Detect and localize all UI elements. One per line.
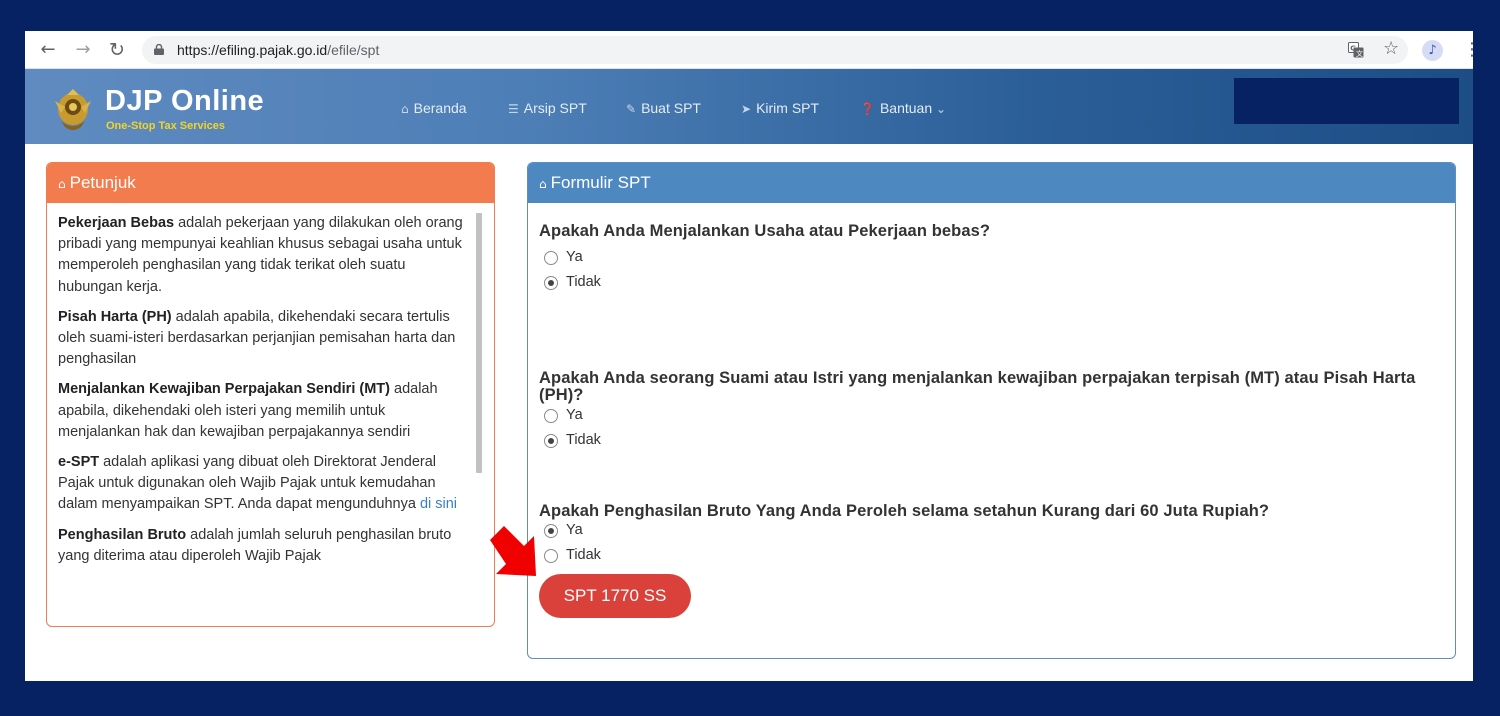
- definition-item: Menjalankan Kewajiban Perpajakan Sendiri…: [58, 379, 468, 443]
- spt-1770-ss-button[interactable]: SPT 1770 SS: [539, 574, 691, 618]
- bookmark-star-icon[interactable]: ☆: [1383, 38, 1399, 59]
- radio-label: Ya: [566, 249, 583, 265]
- definition-item: e-SPT adalah aplikasi yang dibuat oleh D…: [58, 452, 468, 516]
- formulir-heading: ⌂ Formulir SPT: [528, 163, 1455, 203]
- petunjuk-content[interactable]: Pekerjaan Bebas adalah pekerjaan yang di…: [58, 213, 468, 619]
- nav-beranda[interactable]: ⌂ Beranda: [401, 100, 467, 116]
- question-mt-ph: Apakah Anda seorang Suami atau Istri yan…: [539, 369, 1416, 404]
- definition-item: Pekerjaan Bebas adalah pekerjaan yang di…: [58, 213, 468, 298]
- radio-label: Ya: [566, 407, 583, 423]
- radio-button-checked[interactable]: [544, 434, 558, 448]
- definition-item: Penghasilan Bruto adalah jumlah seluruh …: [58, 525, 468, 567]
- user-info-redacted: [1234, 78, 1459, 124]
- lock-icon: [154, 44, 164, 55]
- definition-term: e-SPT: [58, 454, 100, 471]
- extension-icon[interactable]: ♪: [1422, 40, 1443, 61]
- send-icon: ➤: [741, 102, 752, 116]
- formulir-title: Formulir SPT: [550, 173, 651, 192]
- radio-label: Ya: [566, 522, 583, 538]
- url-path: /efile/spt: [327, 42, 380, 58]
- radio-label: Tidak: [566, 547, 601, 563]
- nav-label: Buat SPT: [641, 100, 701, 116]
- radio-button[interactable]: [544, 409, 558, 423]
- radio-button[interactable]: [544, 251, 558, 265]
- definition-text: adalah aplikasi yang dibuat oleh Direkto…: [58, 454, 437, 513]
- home-icon: ⌂: [401, 102, 409, 116]
- definition-term: Menjalankan Kewajiban Perpajakan Sendiri…: [58, 381, 390, 398]
- nav-label: Kirim SPT: [756, 100, 820, 116]
- site-header: DJP Online One-Stop Tax Services ⌂ Berand…: [25, 69, 1473, 144]
- browser-window: ← → ↻ https://efiling.pajak.go.id/efile/…: [25, 31, 1473, 681]
- download-link[interactable]: di sini: [420, 496, 457, 512]
- nav-kirim-spt[interactable]: ➤ Kirim SPT: [741, 100, 819, 116]
- question-penghasilan-bruto: Apakah Penghasilan Bruto Yang Anda Perol…: [539, 502, 1270, 520]
- back-arrow-icon[interactable]: ←: [37, 39, 59, 61]
- radio-label: Tidak: [566, 274, 601, 290]
- definition-term: Penghasilan Bruto: [58, 526, 187, 543]
- translate-icon[interactable]: G 文: [1348, 42, 1364, 58]
- definition-item: Pisah Harta (PH) adalah apabila, dikehen…: [58, 307, 468, 371]
- edit-icon: ✎: [626, 102, 637, 116]
- petunjuk-title: Petunjuk: [69, 173, 136, 192]
- nav-label: Bantuan: [879, 100, 933, 116]
- nav-label: Beranda: [413, 100, 467, 116]
- red-arrow-pointer-icon: [490, 526, 536, 576]
- forward-arrow-icon[interactable]: →: [72, 39, 94, 61]
- nav-arsip-spt[interactable]: ☰ Arsip SPT: [508, 100, 587, 116]
- definition-term: Pekerjaan Bebas: [58, 215, 175, 231]
- svg-text:文: 文: [1356, 49, 1363, 58]
- petunjuk-panel: ⌂ Petunjuk Pekerjaan Bebas adalah pekerja…: [46, 162, 495, 627]
- brand-title: DJP Online: [105, 85, 265, 117]
- radio-label: Tidak: [566, 432, 601, 448]
- djp-emblem-logo[interactable]: [51, 87, 95, 133]
- nav-label: Arsip SPT: [523, 100, 587, 116]
- list-icon: ☰: [508, 102, 519, 116]
- question-circle-icon: ❓: [860, 102, 875, 116]
- nav-bantuan[interactable]: ❓ Bantuan ⌄: [860, 100, 951, 116]
- reload-icon[interactable]: ↻: [106, 39, 128, 61]
- url-host: https://efiling.pajak.go.id: [177, 42, 328, 58]
- url-text: https://efiling.pajak.go.id/efile/spt: [177, 42, 379, 58]
- gift-icon: ⌂: [58, 177, 66, 191]
- brand-tagline: One-Stop Tax Services: [106, 120, 226, 132]
- chevron-down-icon: ⌄: [936, 102, 947, 116]
- scrollbar-thumb[interactable]: [476, 213, 482, 473]
- address-bar[interactable]: https://efiling.pajak.go.id/efile/spt G …: [142, 36, 1408, 64]
- browser-toolbar: ← → ↻ https://efiling.pajak.go.id/efile/…: [25, 31, 1473, 69]
- browser-menu-icon[interactable]: ⋮: [1463, 39, 1473, 61]
- radio-button-checked[interactable]: [544, 276, 558, 290]
- definition-term: Pisah Harta (PH): [58, 308, 172, 325]
- petunjuk-heading: ⌂ Petunjuk: [47, 163, 494, 203]
- gift-icon: ⌂: [539, 177, 547, 191]
- nav-buat-spt[interactable]: ✎ Buat SPT: [626, 100, 701, 116]
- question-usaha: Apakah Anda Menjalankan Usaha atau Peker…: [539, 222, 991, 240]
